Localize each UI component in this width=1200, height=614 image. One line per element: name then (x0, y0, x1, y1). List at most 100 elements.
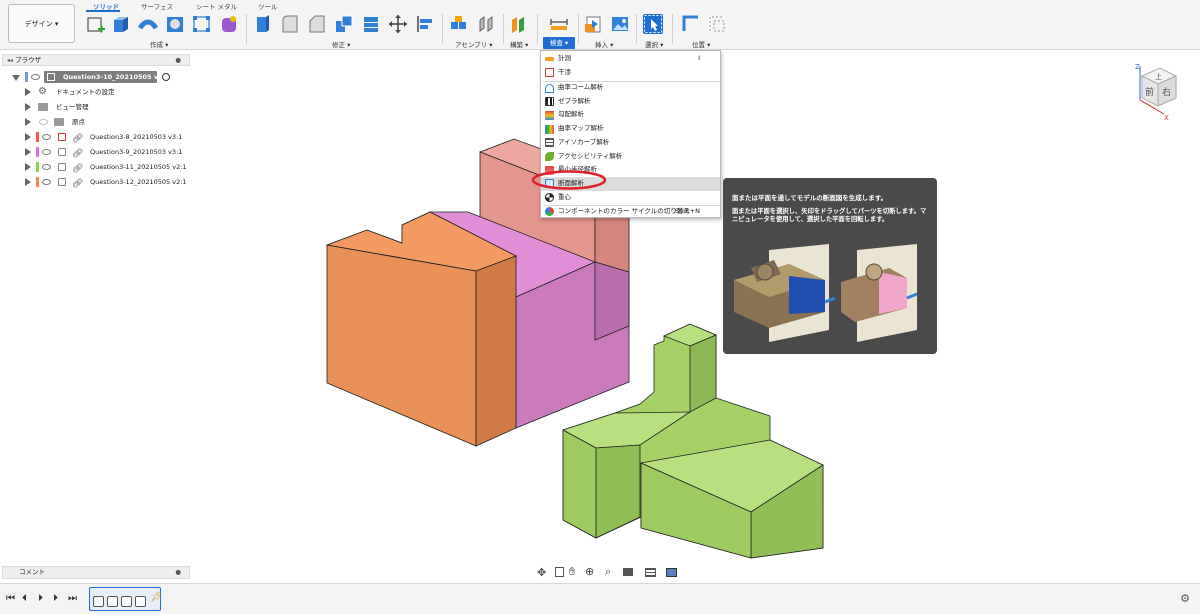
expand-toggle-icon[interactable] (25, 118, 31, 126)
browser-item-component[interactable]: 🔗︎ Question3-11_20210505 v2:1 (0, 160, 190, 174)
visibility-eye-icon[interactable] (42, 149, 51, 155)
viewcube[interactable]: 前 右 上 Z X (1128, 62, 1188, 122)
timeline-bar: ⏮ ⏴ ⏵ ⏵ ⏭ 📌︎ ⚙ (0, 583, 1200, 614)
curvature-map-icon (545, 124, 554, 134)
menu-item-color-cycle[interactable]: コンポーネントのカラー サイクルの切り替え Shift+N (541, 205, 720, 219)
go-to-end-icon[interactable]: ⏭ (68, 593, 77, 604)
orbit-icon[interactable]: ✥ (537, 566, 546, 579)
comments-panel-header[interactable]: コメント ● (2, 566, 190, 579)
draft-icon (545, 110, 554, 120)
timeline-feature-icon[interactable] (135, 596, 146, 607)
component-icon (58, 133, 66, 141)
menu-shortcut: Shift+N (674, 206, 700, 215)
annotation-red-ellipse (531, 170, 607, 190)
zoom-icon[interactable]: ⊕ (585, 565, 594, 578)
menu-item-zebra[interactable]: ゼブラ解析 (541, 95, 720, 109)
menu-item-accessibility[interactable]: アクセシビリティ解析 (541, 150, 720, 164)
grid-snaps-icon[interactable] (645, 568, 656, 577)
tooltip-illustration (734, 244, 918, 342)
expand-toggle-icon[interactable] (25, 163, 31, 171)
comments-options-icon[interactable]: ● (175, 567, 181, 578)
visibility-eye-icon[interactable] (39, 119, 48, 125)
fusion-app: デザイン ▾ ソリッド サーフェス シート メタル ツール 作成 ▾ 修正 ▾ … (0, 0, 1200, 614)
isocurve-icon (545, 138, 554, 148)
timeline-marker-icon[interactable]: 📌︎ (150, 592, 163, 603)
link-icon: 🔗︎ (72, 149, 84, 159)
browser-item-component[interactable]: 🔗︎ Question3-9_20210503 v3:1 (0, 145, 190, 159)
menu-item-measure[interactable]: 計測 I (541, 52, 720, 66)
component-icon (58, 178, 66, 186)
component-icon (58, 163, 66, 171)
menu-item-label: アクセシビリティ解析 (558, 151, 623, 160)
expand-toggle-icon[interactable] (25, 178, 31, 186)
expand-toggle-icon[interactable] (12, 75, 20, 81)
section-analysis-tooltip: 面または平面を通してモデルの断面図を生成します。 面または平面を選択し、矢印をド… (723, 178, 937, 354)
menu-item-curvature-map[interactable]: 曲率マップ解析 (541, 122, 720, 136)
browser-item-component[interactable]: 🔗︎ Question3-12_20210505 v2:1 (0, 175, 190, 189)
display-settings-icon[interactable] (623, 568, 633, 576)
menu-item-draft[interactable]: 勾配解析 (541, 108, 720, 122)
visibility-eye-icon[interactable] (42, 179, 51, 185)
menu-item-label: 重心 (558, 192, 571, 201)
document-icon (47, 73, 55, 81)
menu-item-isocurve[interactable]: アイソカーブ解析 (541, 136, 720, 150)
link-icon: 🔗︎ (72, 134, 84, 144)
expand-toggle-icon[interactable] (25, 148, 31, 156)
link-icon: 🔗︎ (72, 164, 84, 174)
look-at-icon[interactable] (555, 567, 564, 577)
timeline-feature-icon[interactable] (121, 596, 132, 607)
component-color-bar (36, 147, 39, 157)
viewcube-right-label[interactable]: 右 (1162, 86, 1171, 98)
component-color-bar (36, 162, 39, 172)
center-of-mass-icon (545, 193, 554, 203)
measure-icon (545, 57, 554, 61)
browser-item-label: Question3-11_20210505 v2:1 (90, 163, 187, 171)
go-to-start-icon[interactable]: ⏮ (6, 593, 15, 604)
activate-radio-icon[interactable] (162, 73, 170, 81)
viewcube-top-label[interactable]: 上 (1155, 72, 1162, 81)
component-color-bar (36, 132, 39, 142)
browser-item-component[interactable]: 🔗︎ Question3-8_20210503 v3:1 (0, 130, 190, 144)
root-color-bar (25, 72, 28, 82)
menu-item-center-of-mass[interactable]: 重心 (541, 191, 720, 205)
collapse-browser-icon[interactable]: ◂◂ (7, 57, 13, 64)
step-forward-icon[interactable]: ⏵ (53, 593, 58, 604)
timeline-track[interactable]: 📌︎ (89, 587, 163, 611)
viewcube-front-label[interactable]: 前 (1145, 86, 1154, 98)
menu-item-label: コンポーネントのカラー サイクルの切り替え (558, 206, 690, 215)
expand-toggle-icon[interactable] (25, 103, 31, 111)
browser-item-view-management[interactable]: ビュー管理 (0, 100, 190, 114)
browser-options-icon[interactable]: ● (175, 55, 181, 65)
menu-item-label: 曲率コーム解析 (558, 83, 604, 91)
expand-toggle-icon[interactable] (25, 88, 31, 96)
visibility-eye-icon[interactable] (31, 74, 40, 80)
browser-item-label: Question3-8_20210503 v3:1 (90, 133, 183, 141)
menu-item-label: ゼブラ解析 (558, 96, 591, 105)
timeline-settings-gear-icon[interactable]: ⚙ (1180, 592, 1190, 605)
browser-item-origin[interactable]: 原点 (0, 115, 190, 129)
menu-item-curvature-comb[interactable]: 曲率コーム解析 (541, 81, 720, 95)
zebra-icon (545, 97, 554, 107)
menu-item-interference[interactable]: 干渉 (541, 66, 720, 80)
zoom-window-icon[interactable]: ⌕ (605, 565, 611, 579)
browser-item-label: Question3-12_20210505 v2:1 (90, 178, 187, 186)
timeline-feature-icon[interactable] (107, 596, 118, 607)
visibility-eye-icon[interactable] (42, 164, 51, 170)
play-icon[interactable]: ⏵ (38, 593, 43, 604)
browser-item-label: ドキュメントの設定 (56, 88, 115, 96)
tooltip-title: 面または平面を通してモデルの断面図を生成します。 (732, 194, 888, 202)
browser-item-doc-settings[interactable]: ⚙ ドキュメントの設定 (0, 85, 190, 99)
browser-panel-header[interactable]: ◂◂ ブラウザ ● (2, 54, 190, 66)
browser-root-node[interactable]: Question3-10_20210505 v5 (0, 70, 190, 84)
orange-body[interactable] (325, 211, 517, 447)
color-cycle-icon (545, 207, 554, 217)
expand-toggle-icon[interactable] (25, 133, 31, 141)
pan-icon[interactable]: ✋︎ (569, 565, 575, 579)
menu-item-label: 計測 (558, 54, 571, 62)
viewcube-x-axis-label: X (1164, 114, 1169, 122)
viewports-icon[interactable] (666, 568, 677, 577)
step-back-icon[interactable]: ⏴ (22, 593, 27, 604)
visibility-eye-icon[interactable] (42, 134, 51, 140)
menu-item-label: 勾配解析 (558, 110, 584, 119)
timeline-feature-icon[interactable] (93, 596, 104, 607)
